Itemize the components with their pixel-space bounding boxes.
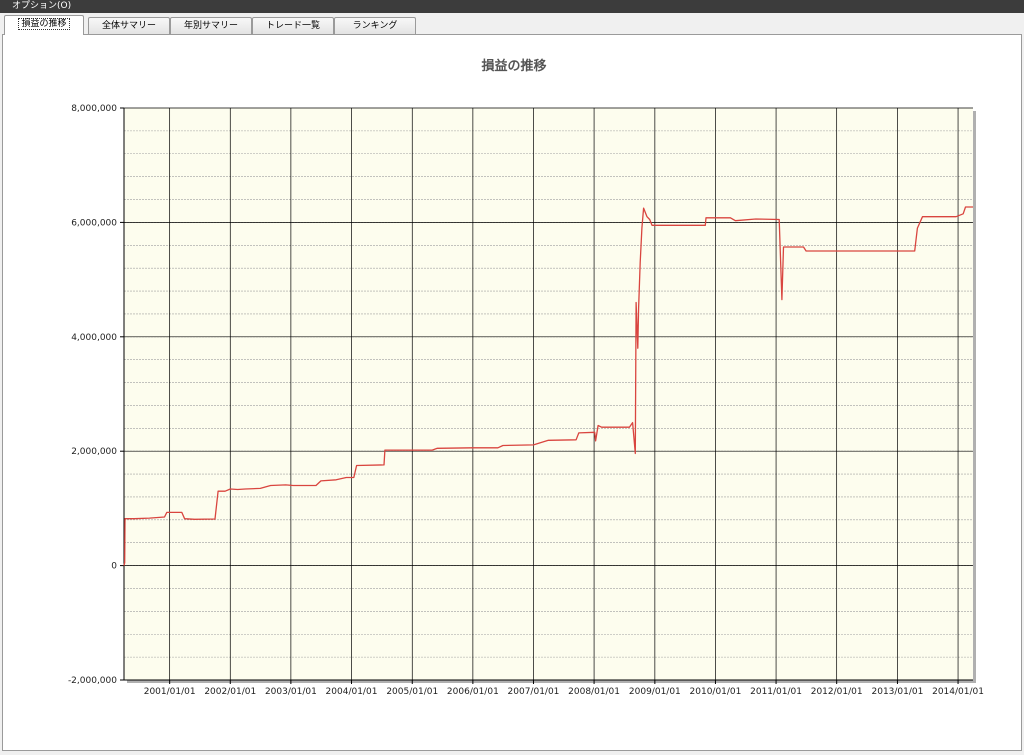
x-tick-label: 2010/01/01	[690, 687, 742, 697]
x-tick-label: 2007/01/01	[508, 687, 560, 697]
y-tick-label: 6,000,000	[71, 218, 117, 228]
tab-overall-summary-label: 全体サマリー	[101, 21, 156, 31]
plot-area: 8,000,000 6,000,000 4,000,000 2,000,000 0 -2,…	[68, 104, 984, 697]
x-tick-label: 2001/01/01	[144, 687, 196, 697]
x-tick-label: 2012/01/01	[811, 687, 863, 697]
x-tick-label: 2008/01/01	[568, 687, 620, 697]
y-tick-label: 0	[111, 562, 117, 572]
y-tick-label: 8,000,000	[71, 104, 117, 114]
tab-yearly-summary-label: 年別サマリー	[183, 21, 238, 31]
x-tick-label: 2006/01/01	[447, 687, 499, 697]
tab-ranking[interactable]: ランキング	[334, 17, 416, 35]
chart-title: 損益の推移	[481, 58, 546, 74]
pnl-chart: 損益の推移 8,000,000 6,000,000 4,000,000 2,000,0…	[68, 58, 984, 697]
x-tick-label: 2013/01/01	[872, 687, 924, 697]
tab-pnl-trend-label: 損益の推移	[18, 18, 70, 30]
x-tick-label: 2011/01/01	[750, 687, 802, 697]
chart-panel: 損益の推移 8,000,000 6,000,000 4,000,000 2,000,0…	[2, 34, 1022, 751]
x-tick-label: 2003/01/01	[265, 687, 317, 697]
y-tick-label: 4,000,000	[71, 333, 117, 343]
tab-pnl-trend[interactable]: 損益の推移	[4, 15, 84, 35]
menu-bar: オプション(O)	[0, 0, 1024, 13]
x-tick-label: 2005/01/01	[386, 687, 438, 697]
y-tick-label: 2,000,000	[71, 447, 117, 457]
x-tick-label: 2009/01/01	[629, 687, 681, 697]
tab-ranking-label: ランキング	[352, 21, 398, 31]
x-tick-label: 2004/01/01	[326, 687, 378, 697]
tab-overall-summary[interactable]: 全体サマリー	[88, 17, 170, 35]
tab-trade-list-label: トレード一覧	[265, 21, 320, 31]
plot-background	[124, 108, 973, 680]
tab-yearly-summary[interactable]: 年別サマリー	[170, 17, 252, 35]
x-tick-label: 2002/01/01	[204, 687, 256, 697]
x-tick-label: 2014/01/01	[932, 687, 984, 697]
tab-trade-list[interactable]: トレード一覧	[252, 17, 334, 35]
y-tick-label: -2,000,000	[68, 676, 117, 686]
tab-strip: 損益の推移 全体サマリー 年別サマリー トレード一覧 ランキング	[0, 13, 1024, 35]
options-menu[interactable]: オプション(O)	[12, 0, 71, 13]
